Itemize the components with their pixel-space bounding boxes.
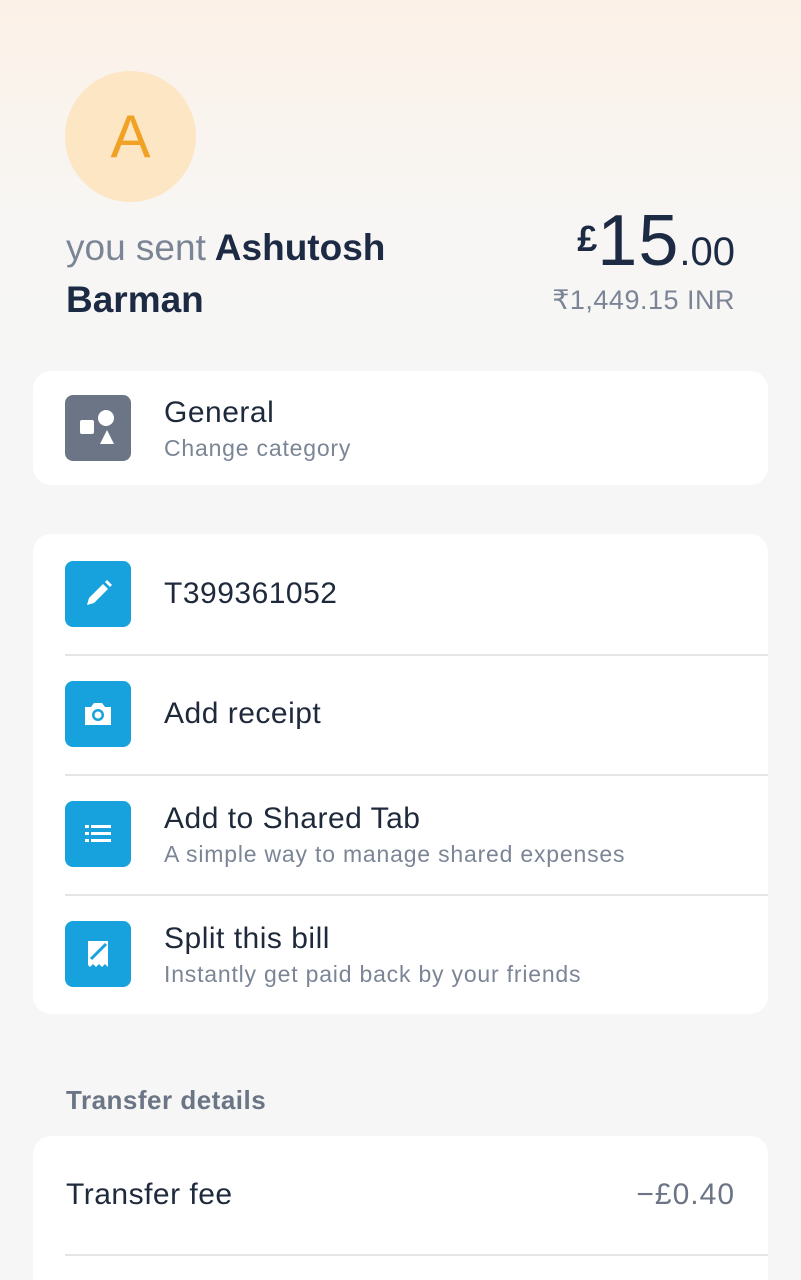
reference-title: T399361052: [164, 577, 338, 610]
shapes-icon: [65, 395, 131, 461]
receipt-icon: [65, 921, 131, 987]
category-title: General: [164, 395, 275, 429]
amount-currency: £: [577, 218, 598, 259]
transfer-details-label: Transfer details: [66, 1085, 267, 1115]
shared-tab-subtitle: A simple way to manage shared expenses: [164, 840, 626, 867]
pencil-icon: [65, 561, 131, 627]
divider: [65, 1254, 768, 1256]
reference-row[interactable]: T399361052: [33, 534, 768, 654]
transfer-details-card: Transfer fee −£0.40: [33, 1136, 768, 1280]
split-bill-title: Split this bill: [164, 921, 330, 955]
split-bill-subtitle: Instantly get paid back by your friends: [164, 960, 582, 987]
converted-amount: ₹1,449.15 INR: [552, 285, 735, 315]
avatar[interactable]: A: [65, 71, 196, 202]
add-receipt-row[interactable]: Add receipt: [33, 654, 768, 774]
shared-tab-row[interactable]: Add to Shared Tab A simple way to manage…: [33, 774, 768, 894]
list-icon: [65, 801, 131, 867]
camera-icon: [65, 681, 131, 747]
transfer-fee-row[interactable]: Transfer fee −£0.40: [33, 1136, 768, 1256]
headline-prefix: you sent: [66, 227, 206, 268]
amount-display: £15.00: [577, 200, 735, 282]
transaction-headline: you sent Ashutosh Barman: [66, 222, 466, 326]
shared-tab-title: Add to Shared Tab: [164, 801, 421, 835]
transfer-fee-value: −£0.40: [636, 1178, 735, 1211]
add-receipt-title: Add receipt: [164, 697, 322, 730]
category-subtitle: Change category: [164, 434, 352, 461]
avatar-initial: A: [110, 102, 151, 170]
category-row[interactable]: General Change category: [33, 371, 768, 485]
amount-decimal: .00: [679, 230, 735, 274]
transfer-fee-label: Transfer fee: [66, 1178, 233, 1211]
actions-card: T399361052 Add receipt Add to Shared Tab…: [33, 534, 768, 1014]
amount-integer: 15: [597, 201, 680, 281]
split-bill-row[interactable]: Split this bill Instantly get paid back …: [33, 894, 768, 1014]
category-card: General Change category: [33, 371, 768, 485]
